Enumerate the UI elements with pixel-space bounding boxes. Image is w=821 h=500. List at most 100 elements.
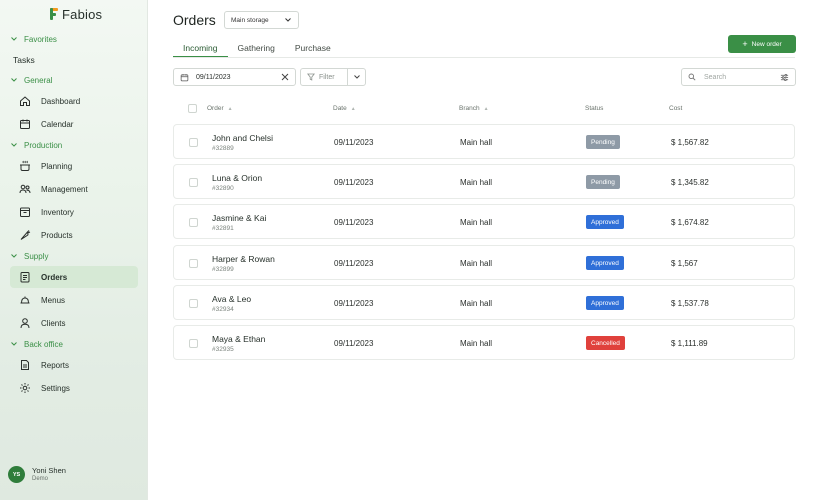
sidebar-item-inventory[interactable]: Inventory [10,201,138,223]
clipboard-icon [20,272,30,283]
row-checkbox[interactable] [189,218,198,227]
order-name: Luna & Orion [212,173,263,183]
row-checkbox[interactable] [189,178,198,187]
storage-select[interactable]: Main storage [224,11,299,29]
sidebar-item-label: Reports [41,360,70,370]
section-general[interactable]: General [10,73,52,87]
order-date: 09/11/2023 [334,339,374,348]
section-favorites[interactable]: Favorites [10,32,57,46]
order-cost: $ 1,537.78 [671,299,709,308]
chevron-down-icon [285,18,291,22]
chevron-down-icon [353,75,360,79]
sidebar-item-label: Management [41,184,88,194]
archive-icon [20,207,30,217]
chevron-down-icon [11,37,17,41]
sidebar-item-label: Calendar [41,119,74,129]
select-all-checkbox[interactable] [188,104,197,113]
section-label: Production [24,140,63,150]
gear-icon [20,383,30,393]
filter-button[interactable]: Filter [300,68,366,86]
status-badge: Pending [586,135,620,149]
order-branch: Main hall [460,218,493,227]
close-icon[interactable] [281,73,289,81]
tab-gathering[interactable]: Gathering [228,40,285,58]
order-number: #32889 [212,145,234,152]
sliders-icon[interactable] [780,73,789,82]
sidebar-item-tasks[interactable]: Tasks [13,55,35,65]
column-label: Cost [669,105,683,112]
status-badge: Pending [586,175,620,189]
order-cost: $ 1,111.89 [671,339,708,348]
carrot-icon [20,230,31,240]
new-order-button[interactable]: + New order [728,35,796,53]
filter-dropdown[interactable] [348,73,365,81]
avatar: YS [8,466,25,483]
table-row[interactable]: Ava & Leo #32934 09/11/2023 Main hall Ap… [173,285,795,320]
column-label: Branch [459,105,480,112]
sidebar-item-dashboard[interactable]: Dashboard [10,90,138,112]
sidebar-item-label: Orders [41,272,68,282]
date-filter[interactable]: 09/11/2023 [173,68,296,86]
column-branch[interactable]: Branch ▲ [459,105,489,112]
section-supply[interactable]: Supply [10,249,48,263]
tab-incoming[interactable]: Incoming [173,40,228,58]
cooking-pot-icon [20,160,30,171]
order-name: Ava & Leo [212,294,252,304]
order-number: #32891 [212,225,234,232]
sort-icon: ▲ [227,105,233,112]
column-label: Order [207,105,224,112]
row-checkbox[interactable] [189,259,198,268]
order-name: Maya & Ethan [212,334,266,344]
table-row[interactable]: Maya & Ethan #32935 09/11/2023 Main hall… [173,325,795,360]
sidebar-item-menus[interactable]: Menus [10,289,138,311]
section-back-office[interactable]: Back office [10,337,63,351]
user-role: Demo [32,476,49,482]
column-date[interactable]: Date ▲ [333,105,356,112]
column-label: Date [333,105,347,112]
sidebar-item-orders[interactable]: Orders [10,266,138,288]
filter-icon [307,73,315,81]
sidebar-item-management[interactable]: Management [10,178,138,200]
plus-icon: + [742,38,748,49]
user-profile[interactable]: YS Yoni Shen Demo [8,466,66,483]
chevron-down-icon [11,342,17,346]
sidebar-item-planning[interactable]: Planning [10,155,138,177]
status-badge: Approved [586,215,624,229]
user-name: Yoni Shen [32,466,66,475]
section-production[interactable]: Production [10,138,62,152]
sidebar-item-reports[interactable]: Reports [10,354,138,376]
tab-purchase[interactable]: Purchase [285,40,341,58]
home-icon [20,96,30,106]
order-date: 09/11/2023 [334,218,374,227]
calendar-icon [180,73,189,81]
row-checkbox[interactable] [189,299,198,308]
column-cost[interactable]: Cost [669,105,682,112]
table-row[interactable]: Jasmine & Kai #32891 09/11/2023 Main hal… [173,204,795,239]
search-input[interactable]: Search [704,74,780,81]
search-box[interactable]: Search [681,68,796,86]
sidebar-item-settings[interactable]: Settings [10,377,138,399]
sort-icon: ▲ [483,105,489,112]
column-status[interactable]: Status [585,105,603,112]
sidebar-item-calendar[interactable]: Calendar [10,113,138,135]
app-logo[interactable]: Fabios [50,6,102,22]
order-name: John and Chelsi [212,133,273,143]
filter-label: Filter [319,73,335,81]
date-value: 09/11/2023 [196,73,231,81]
app-name: Fabios [62,6,103,22]
order-number: #32934 [212,306,234,313]
cloche-icon [20,296,30,304]
row-checkbox[interactable] [189,339,198,348]
sidebar-item-products[interactable]: Products [10,224,138,246]
table-header: Order ▲ Date ▲ Branch ▲ Status Cost [173,100,795,118]
table-row[interactable]: Luna & Orion #32890 09/11/2023 Main hall… [173,164,795,199]
column-order[interactable]: Order ▲ [207,105,233,112]
order-cost: $ 1,345.82 [671,178,709,187]
table-row[interactable]: John and Chelsi #32889 09/11/2023 Main h… [173,124,795,159]
sidebar-item-clients[interactable]: Clients [10,312,138,334]
section-label: Favorites [24,34,57,44]
row-checkbox[interactable] [189,138,198,147]
sidebar-item-label: Products [41,230,73,240]
table-row[interactable]: Harper & Rowan #32899 09/11/2023 Main ha… [173,245,795,280]
order-date: 09/11/2023 [334,259,374,268]
